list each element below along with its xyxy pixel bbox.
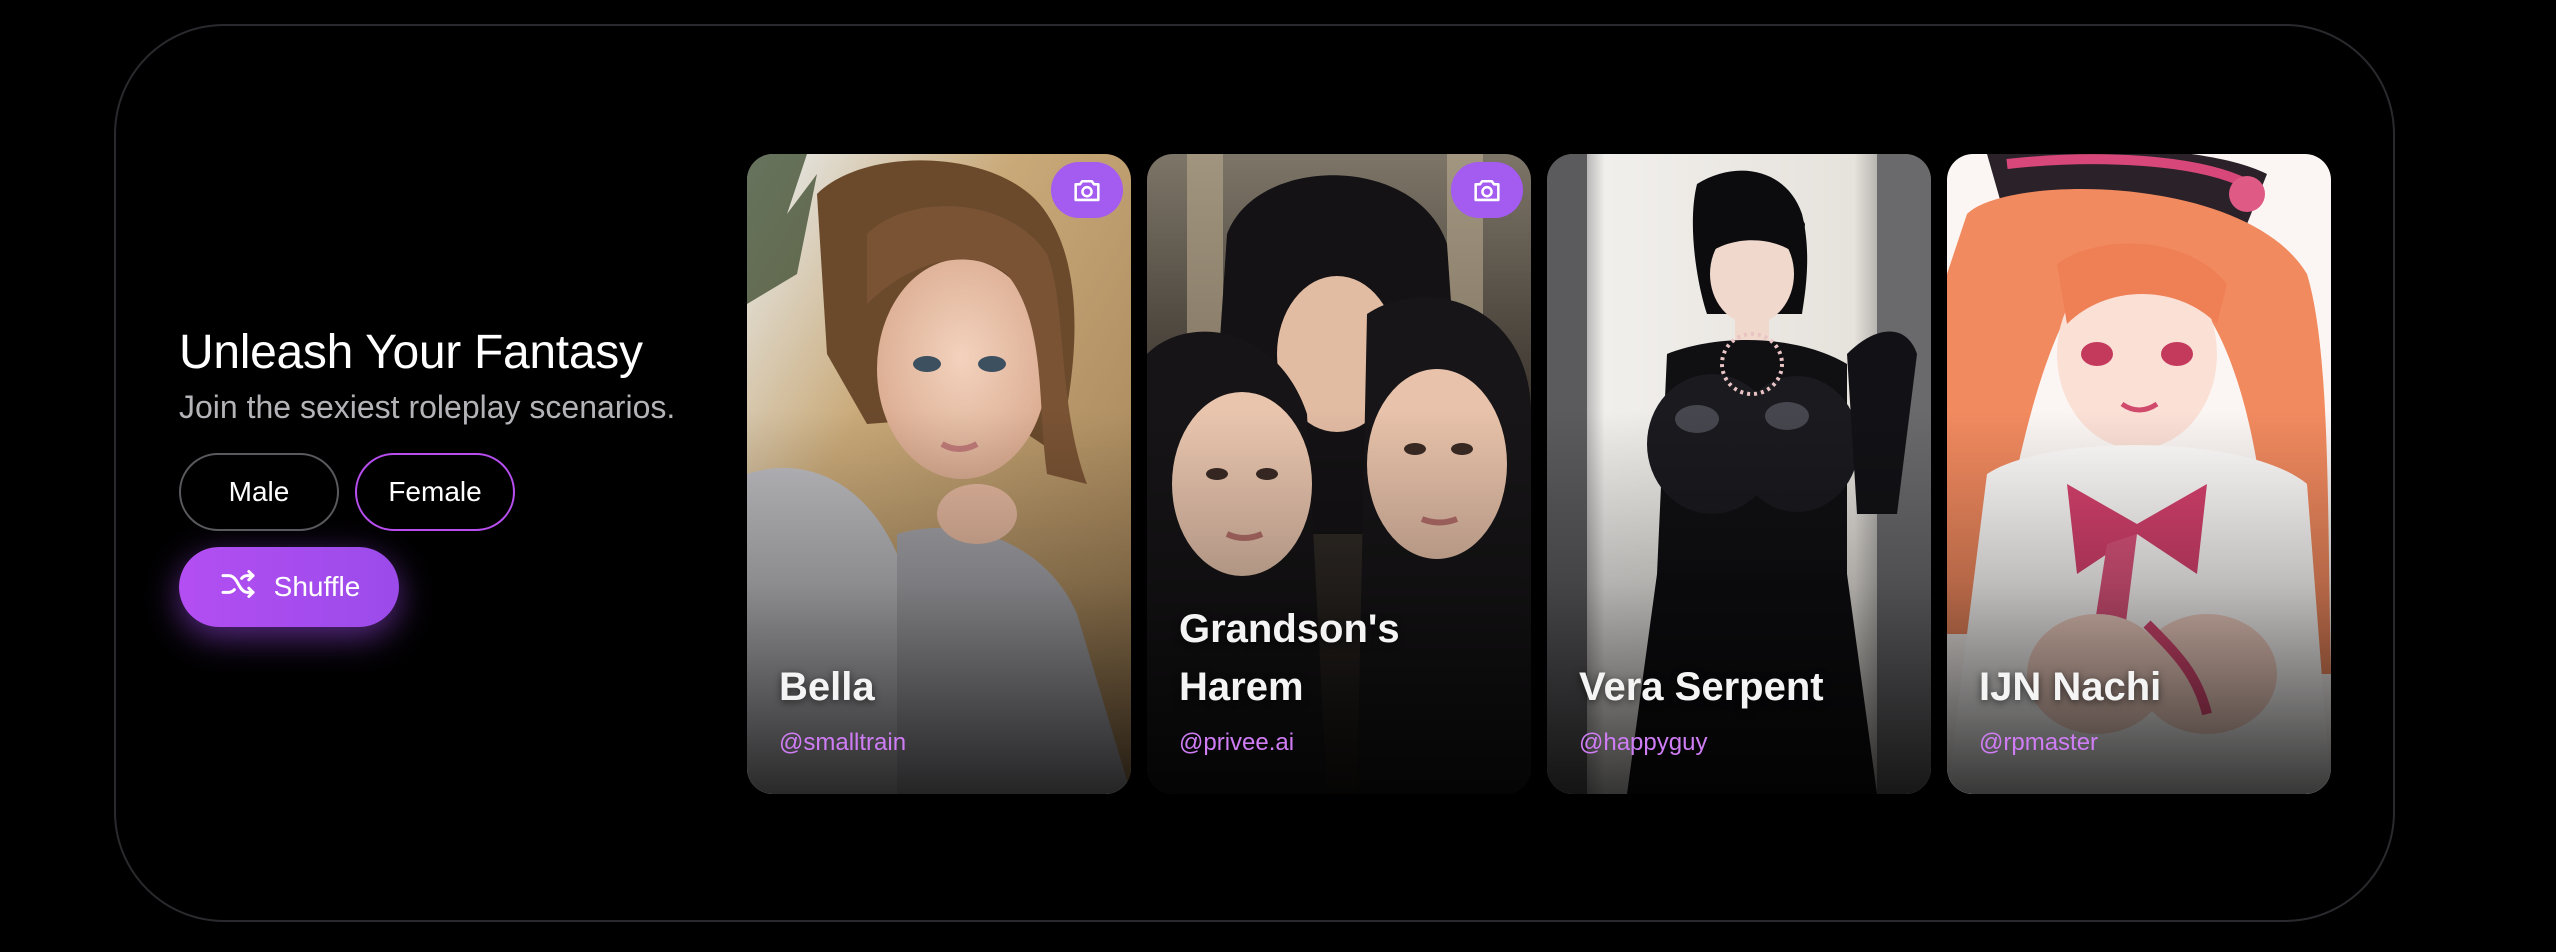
character-card-vera-serpent[interactable]: Vera Serpent @happyguy [1547,154,1931,794]
camera-badge [1051,162,1123,218]
character-card-bella[interactable]: Bella @smalltrain [747,154,1131,794]
character-name: Bella [779,665,875,709]
camera-icon [1474,179,1500,202]
female-filter-button[interactable]: Female [355,453,515,531]
character-name: Vera Serpent [1579,665,1824,709]
intro-section: Unleash Your Fantasy Join the sexiest ro… [179,322,739,627]
character-name: Grandson's Harem [1179,607,1400,709]
character-author[interactable]: @smalltrain [779,728,906,758]
camera-icon [1074,179,1100,202]
male-filter-button[interactable]: Male [179,453,339,531]
character-card-ijn-nachi[interactable]: IJN Nachi @rpmaster [1947,154,2331,794]
shuffle-label: Shuffle [273,571,361,602]
hero-title: Unleash Your Fantasy [179,326,643,379]
character-name: IJN Nachi [1979,665,2162,709]
character-author[interactable]: @rpmaster [1979,728,2098,758]
shuffle-icon [218,564,258,611]
character-author[interactable]: @happyguy [1579,728,1707,758]
character-carousel: Bella @smalltrain Grandson's Harem @priv… [747,154,2331,794]
character-author[interactable]: @privee.ai [1179,728,1294,758]
camera-badge [1451,162,1523,218]
gender-filter: Male Female [179,453,739,531]
hero-subtitle: Join the sexiest roleplay scenarios. [179,389,676,425]
shuffle-button[interactable]: Shuffle [179,547,399,627]
character-card-grandsons-harem[interactable]: Grandson's Harem @privee.ai [1147,154,1531,794]
